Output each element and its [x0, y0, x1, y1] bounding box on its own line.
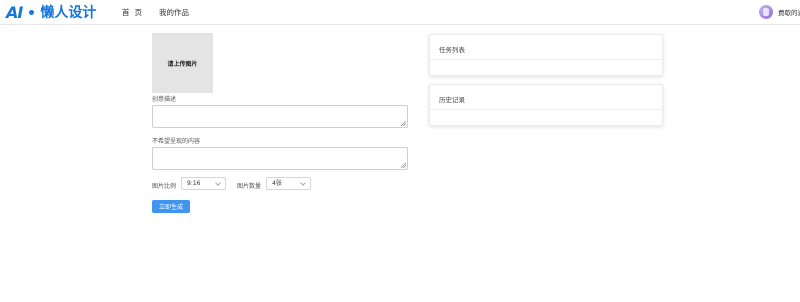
exclude-content-input[interactable] [152, 147, 408, 170]
history-title: 历史记录 [439, 96, 465, 104]
logo-title: 懒人设计 [40, 5, 97, 21]
history-panel: 历史记录 [429, 84, 663, 126]
creative-description-input[interactable] [152, 105, 408, 128]
user-name[interactable]: 费歇的滤 [778, 7, 800, 17]
generate-button[interactable]: 立即生成 [152, 200, 190, 213]
divider [430, 109, 662, 110]
resize-handle-icon[interactable] [401, 121, 406, 126]
resize-handle-icon[interactable] [401, 163, 406, 168]
logo[interactable]: AI 懒人设计 [6, 2, 97, 22]
nav-my-works[interactable]: 我的作品 [159, 7, 189, 18]
upload-label: 请上传图片 [167, 60, 198, 68]
chevron-down-icon [215, 180, 221, 186]
image-ratio-select[interactable]: 9:16 [181, 177, 226, 190]
top-header: AI 懒人设计 首页 我的作品 费歇的滤 [0, 0, 800, 25]
divider [430, 59, 662, 60]
image-count-label: 图片数量 [237, 183, 262, 190]
image-ratio-value: 9:16 [187, 180, 201, 187]
task-list-title: 任务列表 [439, 46, 465, 54]
task-list-panel: 任务列表 [429, 34, 663, 76]
logo-ai-mark: AI [6, 2, 23, 22]
nav-home[interactable]: 首页 [122, 7, 147, 18]
chevron-down-icon [300, 180, 306, 186]
image-upload-area[interactable]: 请上传图片 [152, 33, 213, 93]
user-menu[interactable]: 费歇的滤 [759, 3, 800, 21]
image-ratio-label: 图片比例 [152, 183, 177, 190]
creative-description-label: 创意描述 [152, 96, 177, 103]
logo-dot-icon [29, 9, 35, 15]
avatar[interactable] [759, 5, 773, 19]
image-count-value: 4张 [272, 180, 282, 187]
exclude-content-label: 不希望呈现的内容 [152, 138, 201, 145]
image-count-select[interactable]: 4张 [266, 177, 311, 190]
